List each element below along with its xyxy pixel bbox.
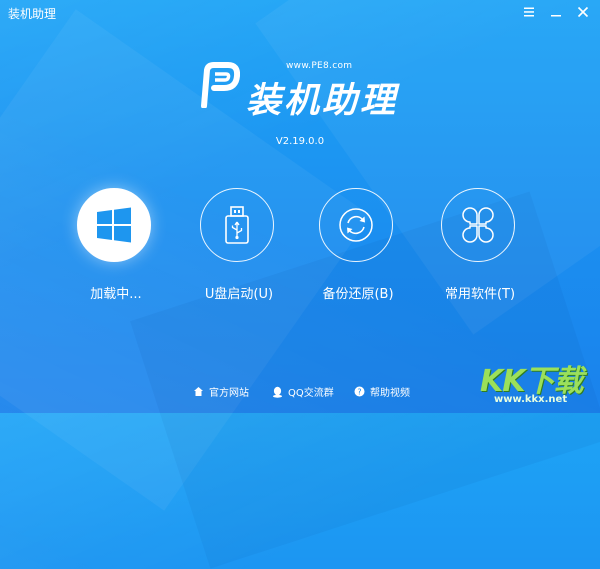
minimize-button[interactable] xyxy=(547,3,565,21)
svg-text:?: ? xyxy=(357,388,361,397)
menu-button[interactable] xyxy=(520,3,538,21)
window-title: 装机助理 xyxy=(8,7,57,21)
version-label: V2.19.0.0 xyxy=(275,136,325,147)
action-label: 常用软件(T) xyxy=(444,287,516,302)
load-windows-button[interactable]: 加载中... xyxy=(66,188,166,312)
official-site-link[interactable]: 官方网站 xyxy=(193,384,249,399)
footer-link-label: 官方网站 xyxy=(209,388,249,399)
app-logo: www.PE8.com 装机助理 xyxy=(196,60,416,122)
watermark: KK下载 www.kkx.net xyxy=(480,356,596,410)
logo-text: 装机助理 xyxy=(246,81,399,121)
action-circle xyxy=(200,188,274,262)
clover-icon xyxy=(462,207,494,243)
backup-restore-icon xyxy=(339,208,373,242)
logo-url: www.PE8.com xyxy=(286,61,353,71)
action-circle xyxy=(319,188,393,262)
close-button[interactable] xyxy=(574,3,592,21)
qq-penguin-icon xyxy=(272,386,283,398)
action-circle xyxy=(441,188,515,262)
close-icon xyxy=(577,6,589,18)
minimize-icon xyxy=(551,15,561,17)
qq-group-link[interactable]: QQ交流群 xyxy=(272,384,334,399)
window-controls xyxy=(520,3,592,21)
title-bar[interactable]: 装机助理 xyxy=(0,0,600,26)
logo-p-icon xyxy=(201,62,240,108)
footer-link-label: QQ交流群 xyxy=(288,388,334,399)
help-icon: ? xyxy=(354,386,365,397)
footer-link-label: 帮助视频 xyxy=(370,388,410,399)
action-label: 备份还原(B) xyxy=(322,287,394,302)
backup-restore-button[interactable]: 备份还原(B) xyxy=(308,188,408,312)
watermark-url: www.kkx.net xyxy=(494,394,568,405)
action-label: 加载中... xyxy=(90,287,142,302)
menu-icon xyxy=(524,7,534,17)
common-software-button[interactable]: 常用软件(T) xyxy=(430,188,530,312)
home-icon xyxy=(194,387,203,396)
action-circle xyxy=(77,188,151,262)
windows-icon xyxy=(97,207,131,243)
usb-boot-button[interactable]: U盘启动(U) xyxy=(189,188,289,312)
usb-drive-icon xyxy=(225,206,249,244)
help-video-link[interactable]: ? 帮助视频 xyxy=(354,384,410,399)
